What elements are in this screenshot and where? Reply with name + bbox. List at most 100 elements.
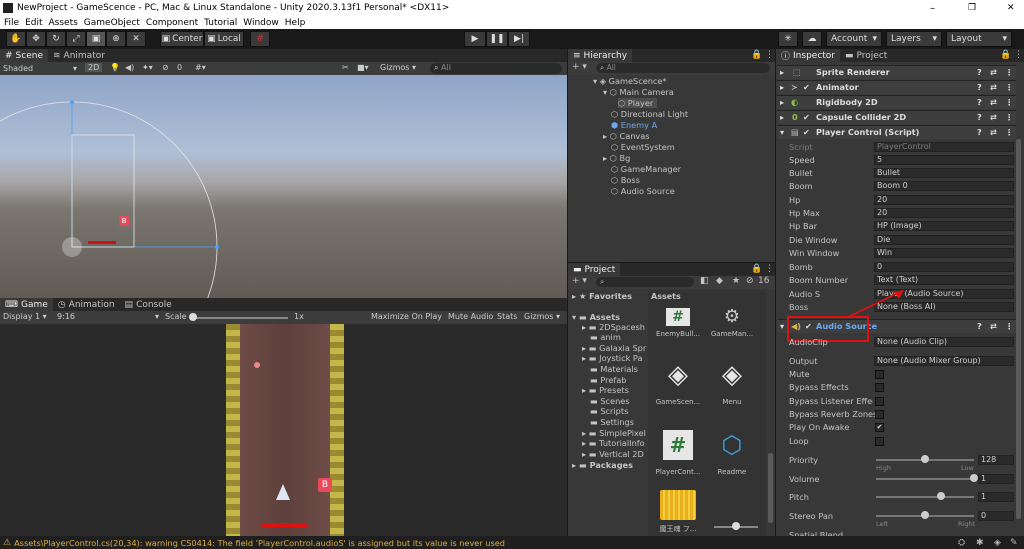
- services-icon[interactable]: ✳: [778, 31, 798, 47]
- asset-item[interactable]: # EnemyBull...: [652, 304, 704, 350]
- volume-slider-track[interactable]: [876, 478, 974, 480]
- help-icon[interactable]: ?: [977, 320, 982, 333]
- field-value-boom-number[interactable]: Text (Text): [874, 275, 1014, 285]
- pivot-local-button[interactable]: ▣ Local: [204, 31, 244, 47]
- more-menu-icon[interactable]: ⋮: [1014, 50, 1023, 60]
- component-header-animator[interactable]: ▸ ≻ ✔ Animator ? ⇄ ⋮: [777, 80, 1016, 94]
- toggle-bypass-reverb[interactable]: [875, 410, 884, 419]
- scale-slider-track[interactable]: [192, 317, 288, 319]
- pivot-center-button[interactable]: ▣ Center: [160, 31, 204, 47]
- help-icon[interactable]: ?: [977, 81, 982, 94]
- settings-icon[interactable]: ⇄: [990, 96, 997, 109]
- component-header-capsule-collider[interactable]: ▸ 0 ✔ Capsule Collider 2D ? ⇄ ⋮: [777, 110, 1016, 124]
- folder-item[interactable]: ▸ ▬ TutorialInfo: [582, 438, 645, 448]
- folder-item[interactable]: ▸ ▬ 2DSpacesh: [582, 322, 645, 332]
- more-menu-icon[interactable]: ⋮: [1005, 66, 1013, 79]
- menu-window[interactable]: Window: [243, 18, 279, 28]
- field-value-boom[interactable]: Boom 0: [874, 181, 1014, 191]
- tab-scene[interactable]: # Scene: [0, 49, 48, 62]
- enabled-checkbox[interactable]: ✔: [803, 81, 810, 94]
- pitch-slider-track[interactable]: [876, 496, 974, 498]
- display-dropdown[interactable]: Display 1 ▾: [3, 312, 47, 321]
- folder-item[interactable]: ▸ ▬ SimplePixel: [582, 428, 646, 438]
- asset-item[interactable]: 魔王魂 フ...: [652, 490, 704, 536]
- settings-icon[interactable]: ⇄: [990, 126, 997, 139]
- hidden-objects-icon[interactable]: ⊘: [162, 63, 169, 72]
- toggle-loop[interactable]: [875, 437, 884, 446]
- audio-icon[interactable]: ◀): [125, 63, 134, 72]
- project-scrollbar[interactable]: [768, 453, 773, 523]
- grid-snap-icon[interactable]: #: [250, 31, 270, 47]
- project-search-input[interactable]: ⌕: [596, 277, 694, 287]
- favorites-header[interactable]: ▸ ★ Favorites: [572, 291, 632, 301]
- add-asset-button[interactable]: + ▾: [572, 276, 587, 286]
- cloud-icon[interactable]: ☁: [802, 31, 822, 47]
- settings-icon[interactable]: ⇄: [990, 320, 997, 333]
- menu-help[interactable]: Help: [285, 18, 306, 28]
- more-menu-icon[interactable]: ⋮: [1005, 111, 1013, 124]
- hierarchy-item-audio-source[interactable]: ⬡ Audio Source: [611, 186, 675, 196]
- enabled-checkbox[interactable]: ✔: [803, 126, 810, 139]
- field-value-hp-bar[interactable]: HP (Image): [874, 221, 1014, 231]
- component-header-sprite-renderer[interactable]: ▸ ⬚ Sprite Renderer ? ⇄ ⋮: [777, 65, 1016, 79]
- maximize-on-play-button[interactable]: Maximize On Play: [371, 312, 442, 321]
- settings-icon[interactable]: ⇄: [990, 111, 997, 124]
- volume-value[interactable]: 1: [978, 474, 1014, 484]
- folder-item[interactable]: ▬ Settings: [590, 417, 634, 427]
- mute-audio-button[interactable]: Mute Audio: [448, 312, 493, 321]
- more-menu-icon[interactable]: ⋮: [1005, 81, 1013, 94]
- enabled-checkbox[interactable]: ✔: [803, 111, 810, 124]
- pitch-value[interactable]: 1: [978, 492, 1014, 502]
- field-value-hp[interactable]: 20: [874, 195, 1014, 205]
- move-tool-icon[interactable]: ✥: [26, 31, 46, 47]
- lighting-icon[interactable]: 💡: [110, 63, 120, 72]
- field-value-bomb[interactable]: 0: [874, 262, 1014, 272]
- filter-type-icon[interactable]: ◧: [700, 276, 709, 286]
- toggle-bypass-listener[interactable]: [875, 397, 884, 406]
- more-menu-icon[interactable]: ⋮: [1005, 96, 1013, 109]
- step-button[interactable]: ▶|: [508, 31, 530, 47]
- menu-gameobject[interactable]: GameObject: [84, 18, 140, 28]
- hierarchy-item-player[interactable]: ⬡ Player: [618, 98, 658, 108]
- hierarchy-item-gamemanager[interactable]: ⬡ GameManager: [611, 164, 681, 174]
- field-value-bullet[interactable]: Bullet: [874, 168, 1014, 178]
- lock-icon[interactable]: 🔒: [751, 264, 762, 274]
- close-button[interactable]: ✕: [1007, 3, 1015, 13]
- filter-label-icon[interactable]: ◆: [716, 276, 723, 286]
- asset-item[interactable]: ⚙ GameMan...: [706, 304, 758, 350]
- play-button[interactable]: ▶: [464, 31, 486, 47]
- asset-item[interactable]: ◈ GameScen...: [652, 360, 704, 416]
- help-icon[interactable]: ?: [977, 126, 982, 139]
- hierarchy-item-boss[interactable]: ⬡ Boss: [611, 175, 640, 185]
- stats-button[interactable]: Stats: [497, 312, 517, 321]
- game-viewport[interactable]: B: [0, 324, 567, 536]
- more-menu-icon[interactable]: ⋮: [765, 264, 774, 274]
- tab-project-inspector[interactable]: ▬ Project: [840, 49, 892, 62]
- layout-dropdown[interactable]: Layout ▾: [946, 31, 1012, 47]
- maximize-button[interactable]: ❐: [968, 3, 976, 13]
- hidden-packages-icon[interactable]: ⊘: [746, 276, 754, 286]
- hand-tool-icon[interactable]: ✋: [6, 31, 26, 47]
- rect-tool-icon[interactable]: ▣: [86, 31, 106, 47]
- effects-icon[interactable]: ✦▾: [142, 63, 153, 72]
- asset-item[interactable]: ◈ Menu: [706, 360, 758, 416]
- hierarchy-item-scene[interactable]: ▾ ◈ GameScence*: [593, 76, 667, 86]
- folder-item[interactable]: ▬ Materials: [590, 364, 638, 374]
- toggle-bypass-effects[interactable]: [875, 383, 884, 392]
- rotate-tool-icon[interactable]: ↻: [46, 31, 66, 47]
- field-value-hp-max[interactable]: 20: [874, 208, 1014, 218]
- field-value-output[interactable]: None (Audio Mixer Group): [874, 356, 1014, 366]
- transform-tool-icon[interactable]: ⊕: [106, 31, 126, 47]
- folder-item[interactable]: ▸ ▬ Presets: [582, 385, 629, 395]
- stereo-value[interactable]: 0: [978, 511, 1014, 521]
- settings-icon[interactable]: ⇄: [990, 81, 997, 94]
- grid-icon[interactable]: #▾: [195, 63, 206, 72]
- 2d-toggle[interactable]: 2D: [85, 63, 103, 72]
- tab-game[interactable]: ⌨ Game: [0, 298, 53, 311]
- field-value-die-window[interactable]: Die: [874, 235, 1014, 245]
- hierarchy-item-eventsystem[interactable]: ⬡ EventSystem: [611, 142, 675, 152]
- layers-dropdown[interactable]: Layers ▾: [886, 31, 942, 47]
- assets-root-item[interactable]: ▾ ▬ Assets: [572, 312, 620, 322]
- volume-slider-thumb[interactable]: [970, 474, 978, 482]
- lock-icon[interactable]: 🔒: [751, 50, 762, 60]
